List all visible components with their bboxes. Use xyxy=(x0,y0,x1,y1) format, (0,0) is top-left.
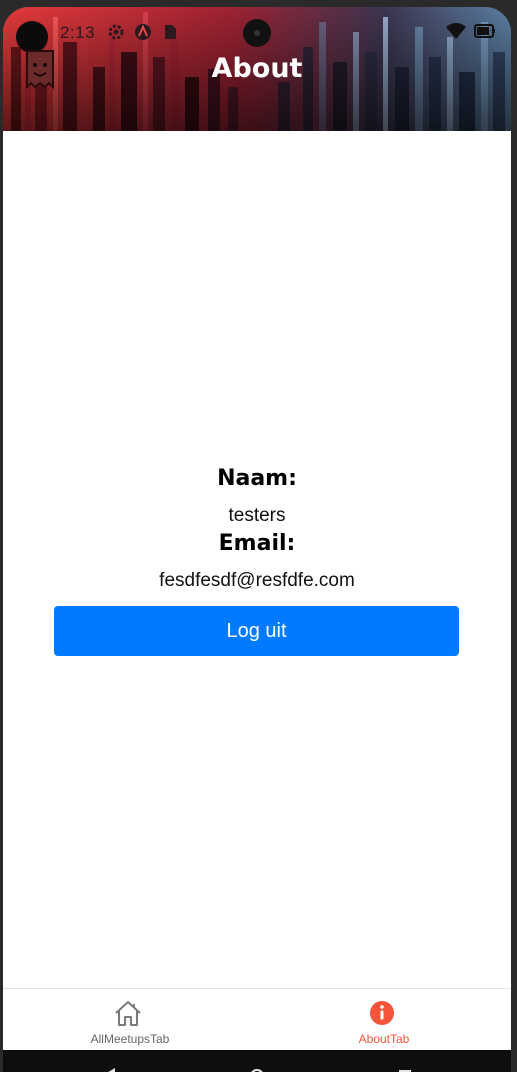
status-bar: 2:13 xyxy=(3,7,511,55)
app-icon xyxy=(135,24,151,40)
app-header: 2:13 About xyxy=(3,7,511,131)
app-screen: 2:13 About Naam: testers Email: fesdfesd… xyxy=(3,7,511,1072)
tab-all-meetups[interactable]: AllMeetupsTab xyxy=(3,989,257,1051)
front-camera xyxy=(243,19,271,47)
settings-icon xyxy=(108,24,124,40)
home-circle-icon[interactable] xyxy=(249,1068,265,1072)
name-label: Naam: xyxy=(217,466,297,491)
tab-label-all-meetups: AllMeetupsTab xyxy=(90,1032,170,1046)
bottom-tab-bar: AllMeetupsTab AboutTab xyxy=(3,988,511,1051)
wifi-icon xyxy=(446,23,466,39)
tab-about[interactable]: AboutTab xyxy=(257,989,511,1051)
sim-icon xyxy=(165,25,176,39)
battery-icon xyxy=(474,24,495,38)
page-title: About xyxy=(211,53,303,84)
system-navigation-bar xyxy=(3,1050,511,1072)
logout-button[interactable]: Log uit xyxy=(54,606,459,656)
device-frame: 2:13 About Naam: testers Email: fesdfesd… xyxy=(0,0,517,1072)
email-label: Email: xyxy=(218,531,296,556)
about-content: Naam: testers Email: fesdfesdf@resfdfe.c… xyxy=(3,131,511,988)
back-icon[interactable] xyxy=(101,1066,121,1072)
tab-label-about: AboutTab xyxy=(358,1032,410,1046)
home-icon xyxy=(115,1001,141,1026)
name-value: testers xyxy=(228,505,286,526)
email-value: fesdfesdf@resfdfe.com xyxy=(159,570,355,591)
info-icon xyxy=(370,1001,394,1025)
status-time: 2:13 xyxy=(60,23,96,42)
recents-icon[interactable] xyxy=(397,1068,413,1072)
